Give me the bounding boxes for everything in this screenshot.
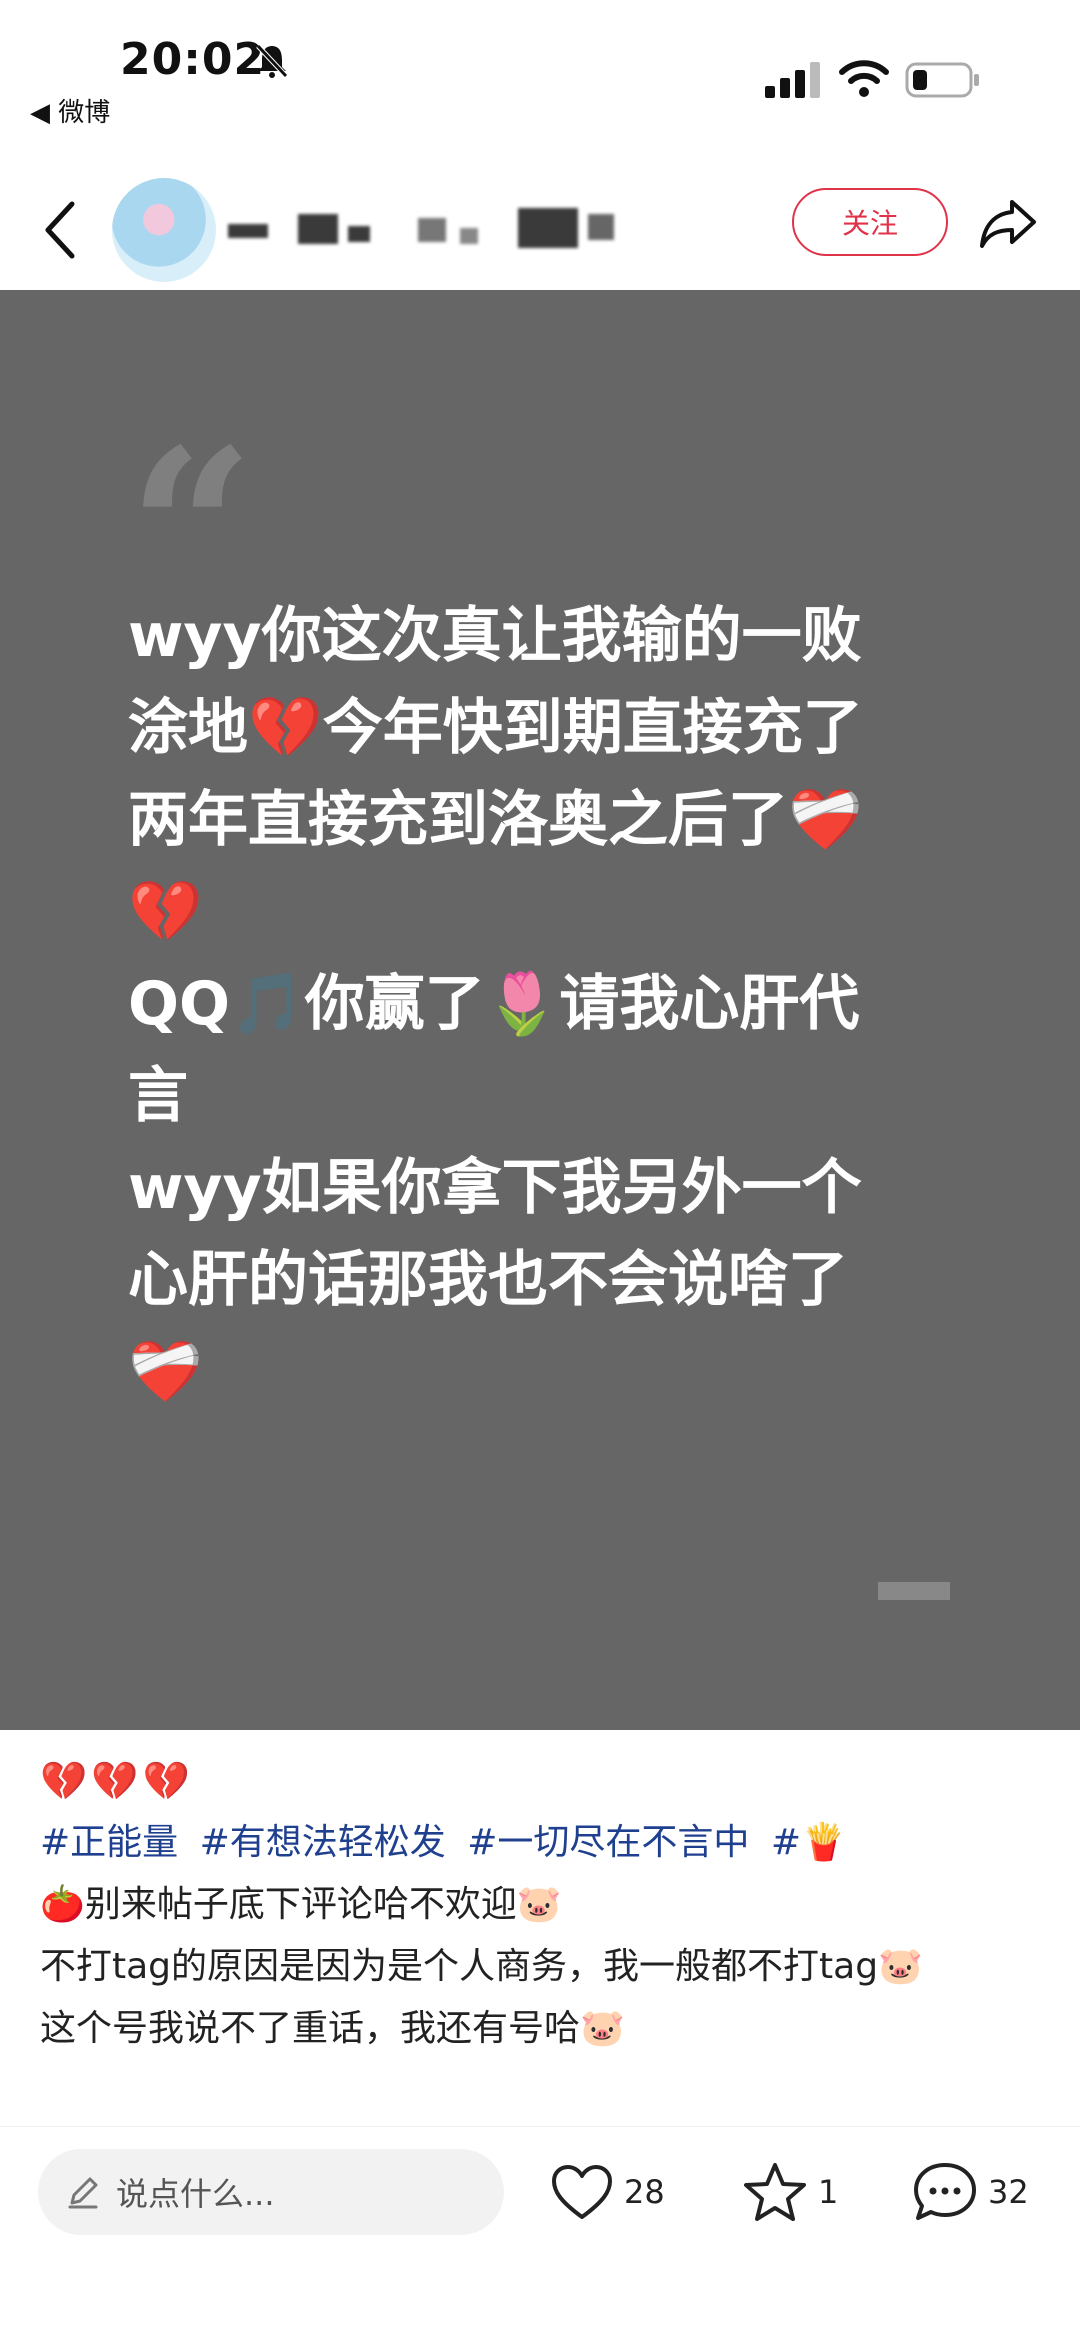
blurred-username[interactable] <box>228 200 648 260</box>
post-body: 💔💔💔 #正能量 #有想法轻松发 #一切尽在不言中 #🍟 🍅别来帖子底下评论哈不… <box>40 1750 1040 2060</box>
avatar[interactable] <box>112 178 216 282</box>
comment-button[interactable]: 32 <box>912 2157 1029 2227</box>
post-line: 🍅别来帖子底下评论哈不欢迎🐷 <box>40 1884 562 1925</box>
text-card: “ wyy你这次真让我输的一败 涂地💔今年快到期直接充了 两年直接充到洛奥之后了… <box>0 290 1080 1730</box>
share-icon[interactable] <box>978 196 1038 252</box>
back-to-app-link[interactable]: ◀ 微博 <box>30 92 110 129</box>
bottom-action-bar: 说点什么... 28 1 32 <box>0 2126 1080 2267</box>
follow-button[interactable]: 关注 <box>792 188 948 256</box>
heart-icon <box>552 2165 612 2219</box>
hashtag-link[interactable]: #一切尽在不言中 <box>467 1822 749 1863</box>
hashtag-list: #正能量 #有想法轻松发 #一切尽在不言中 #🍟 <box>40 1812 1040 1874</box>
like-button[interactable]: 28 <box>550 2157 665 2227</box>
hashtag-link[interactable]: #有想法轻松发 <box>200 1822 446 1863</box>
bell-off-icon <box>256 44 288 78</box>
star-icon <box>744 2163 806 2221</box>
comment-input[interactable]: 说点什么... <box>38 2149 504 2235</box>
comment-icon <box>914 2163 976 2220</box>
back-icon[interactable] <box>40 198 80 262</box>
post-header: 关注 <box>0 170 1080 290</box>
post-line: 这个号我说不了重话，我还有号哈🐷 <box>40 2008 625 2049</box>
hashtag-link[interactable]: #🍟 <box>771 1822 846 1863</box>
favorite-count: 1 <box>818 2173 839 2211</box>
card-text: wyy你这次真让我输的一败 涂地💔今年快到期直接充了 两年直接充到洛奥之后了❤️… <box>128 601 863 1407</box>
comment-input-placeholder: 说点什么... <box>116 2175 275 2213</box>
card-end-mark <box>878 1582 950 1600</box>
signal-icon <box>765 62 820 98</box>
clock: 20:02 <box>120 34 266 85</box>
comment-count: 32 <box>988 2173 1029 2211</box>
post-line: 不打tag的原因是因为是个人商务，我一般都不打tag🐷 <box>40 1946 923 1987</box>
like-count: 28 <box>624 2173 665 2211</box>
hashtag-link[interactable]: #正能量 <box>40 1822 178 1863</box>
wifi-icon <box>839 60 889 97</box>
emoji-row: 💔💔💔 <box>40 1759 194 1803</box>
status-bar: 20:02 ◀ 微博 <box>0 0 1080 130</box>
pencil-icon <box>68 2177 98 2209</box>
favorite-button[interactable]: 1 <box>742 2157 838 2227</box>
battery-icon <box>905 62 979 98</box>
